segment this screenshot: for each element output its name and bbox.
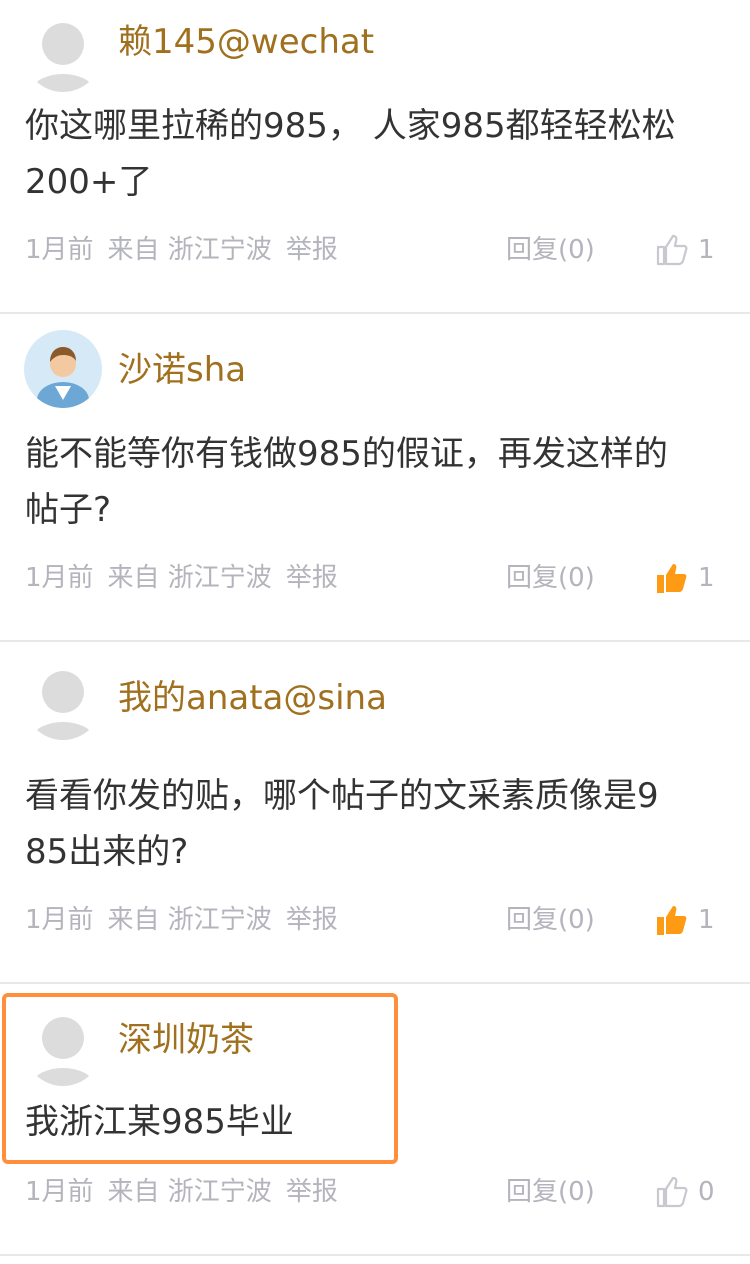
divider — [0, 1254, 750, 1256]
reply-button[interactable]: 回复(0) — [506, 1176, 595, 1208]
thumbs-up-filled-icon — [657, 906, 687, 935]
comment-source: 来自 浙江宁波 — [107, 235, 272, 265]
comment-time: 1月前 — [25, 563, 94, 593]
like-count: 1 — [698, 563, 715, 593]
comment-meta: 1月前 来自 浙江宁波 举报 — [25, 1176, 352, 1208]
comment-username[interactable]: 我的anata@sina — [118, 678, 387, 718]
user-photo-avatar-icon[interactable] — [24, 330, 102, 408]
reply-button[interactable]: 回复(0) — [506, 904, 595, 936]
comment-item: 赖145@wechat 你这哪里拉稀的985， 人家985都轻轻松松 200+了… — [0, 0, 750, 312]
comment-item: 我的anata@sina 看看你发的贴，哪个帖子的文采素质像是9 85出来的? … — [0, 642, 750, 982]
like-button[interactable]: 1 — [654, 902, 715, 938]
comment-username[interactable]: 沙诺sha — [118, 350, 246, 390]
comment-content: 看看你发的贴，哪个帖子的文采素质像是9 85出来的? — [25, 776, 659, 872]
like-count: 1 — [698, 235, 715, 265]
report-link[interactable]: 举报 — [286, 563, 338, 593]
default-avatar-icon[interactable] — [24, 662, 102, 740]
like-button[interactable]: 0 — [654, 1174, 715, 1210]
comment-source: 来自 浙江宁波 — [107, 563, 272, 593]
highlight-box — [2, 993, 398, 1164]
reply-button[interactable]: 回复(0) — [506, 562, 595, 594]
reply-button[interactable]: 回复(0) — [506, 234, 595, 266]
comment-time: 1月前 — [25, 1177, 94, 1207]
comment-time: 1月前 — [25, 235, 94, 265]
thumbs-up-outline-icon — [656, 234, 688, 266]
comment-source: 来自 浙江宁波 — [107, 905, 272, 935]
comment-content: 能不能等你有钱做985的假证，再发这样的 帖子? — [25, 434, 668, 530]
thumbs-up-outline-icon — [656, 1176, 688, 1208]
default-avatar-icon[interactable] — [24, 14, 102, 92]
comment-content: 你这哪里拉稀的985， 人家985都轻轻松松 200+了 — [25, 106, 676, 202]
like-count: 1 — [698, 905, 715, 935]
like-count: 0 — [698, 1177, 715, 1207]
comment-meta: 1月前 来自 浙江宁波 举报 — [25, 904, 352, 936]
report-link[interactable]: 举报 — [286, 905, 338, 935]
like-button[interactable]: 1 — [654, 560, 715, 596]
comment-username[interactable]: 赖145@wechat — [118, 22, 374, 62]
like-button[interactable]: 1 — [654, 232, 715, 268]
comment-item: 沙诺sha 能不能等你有钱做985的假证，再发这样的 帖子? 1月前 来自 浙江宁… — [0, 314, 750, 640]
comment-time: 1月前 — [25, 905, 94, 935]
comment-meta: 1月前 来自 浙江宁波 举报 — [25, 234, 352, 266]
report-link[interactable]: 举报 — [286, 1177, 338, 1207]
comment-meta: 1月前 来自 浙江宁波 举报 — [25, 562, 352, 594]
report-link[interactable]: 举报 — [286, 235, 338, 265]
thumbs-up-filled-icon — [657, 564, 687, 593]
comment-source: 来自 浙江宁波 — [107, 1177, 272, 1207]
